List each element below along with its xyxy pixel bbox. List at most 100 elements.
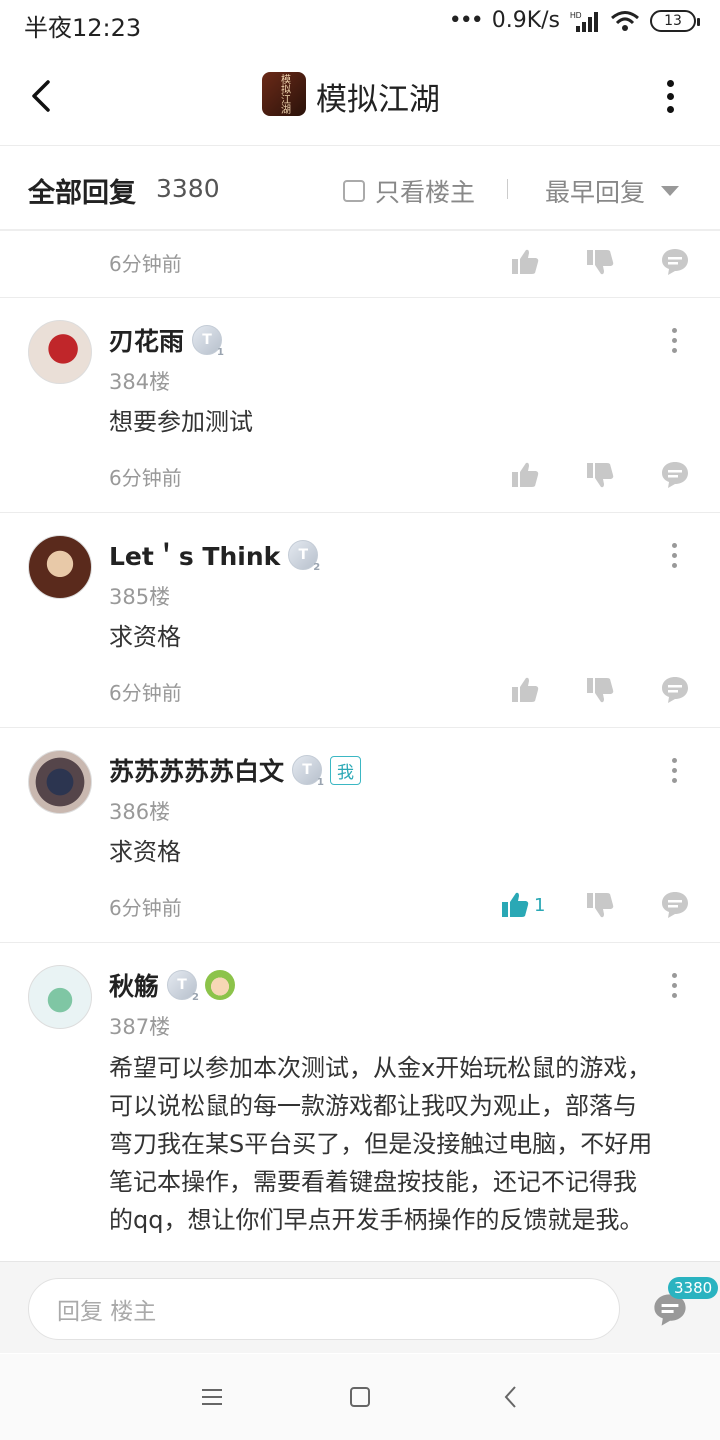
like-button[interactable] (510, 458, 544, 492)
comment-icon (662, 892, 688, 918)
reply-count: 3380 (156, 174, 220, 203)
like-button[interactable] (510, 673, 544, 707)
username[interactable]: 苏苏苏苏苏白文 (109, 752, 284, 788)
app-icon: 模拟江湖 (262, 72, 306, 116)
system-nav-bar (0, 1354, 720, 1440)
avatar[interactable] (28, 750, 92, 814)
owner-only-label: 只看楼主 (375, 178, 476, 207)
top-app-bar: 模拟江湖 模拟江湖 (0, 46, 720, 146)
hamburger-icon (202, 1389, 222, 1405)
chevron-left-icon (32, 80, 50, 112)
user-row: 刃花雨 T1 (109, 322, 224, 358)
status-time: 半夜12:23 (24, 14, 142, 42)
like-button[interactable] (510, 245, 544, 279)
list-item: 刃花雨 T1 384楼 想要参加测试 6分钟前 (0, 298, 720, 513)
content-line: 的qq，想让你们早点开发手柄操作的反馈就是我。 (109, 1206, 644, 1234)
thumbs-up-icon (512, 677, 539, 702)
recent-apps-button[interactable] (197, 1382, 227, 1412)
caret-down-icon (661, 186, 680, 196)
back-button[interactable] (22, 74, 62, 118)
level-badge-icon: T2 (288, 540, 320, 573)
user-row: 苏苏苏苏苏白文 T1 我 (109, 752, 362, 788)
content-line: 弯刀我在某S平台买了，但是没接触过电脑，不好用 (109, 1130, 653, 1158)
comment-icon (662, 462, 688, 488)
post-more-button[interactable] (662, 753, 686, 787)
list-item: Let＇s Think T2 385楼 求资格 6分钟前 (0, 513, 720, 728)
username[interactable]: 刃花雨 (109, 322, 184, 358)
floor-number: 385楼 (109, 585, 171, 609)
comment-button[interactable] (660, 458, 694, 492)
page-title: 模拟江湖 (316, 82, 440, 118)
checkbox-icon[interactable] (343, 180, 365, 202)
status-bar: 半夜12:23 ••• 0.9K/s HD 13 (0, 0, 720, 46)
chevron-left-icon (504, 1386, 516, 1408)
all-replies-label: 全部回复 (28, 178, 136, 209)
comment-button[interactable] (660, 888, 694, 922)
level-badge-icon: T2 (167, 970, 199, 1003)
comment-button[interactable] (660, 673, 694, 707)
username[interactable]: Let＇s Think (109, 537, 280, 573)
username[interactable]: 秋觞 (109, 967, 159, 1003)
content-line: 可以说松鼠的每一款游戏都让我叹为观止，部落与 (109, 1092, 637, 1120)
comment-list[interactable]: 6分钟前 刃花雨 T1 384楼 想要参加测试 6分钟前 Let＇s Think… (0, 233, 720, 1260)
dislike-button[interactable] (585, 673, 619, 707)
content-line: 笔记本操作，需要看着键盘按技能，还记不记得我 (109, 1168, 637, 1196)
system-back-button[interactable] (496, 1382, 526, 1412)
list-item: 苏苏苏苏苏白文 T1 我 386楼 求资格 6分钟前 1 (0, 728, 720, 943)
user-row: Let＇s Think T2 (109, 537, 320, 573)
more-menu-button[interactable] (652, 74, 688, 118)
post-time: 6分钟前 (109, 896, 182, 920)
avatar[interactable] (28, 320, 92, 384)
thumbs-up-icon (512, 249, 539, 274)
post-more-button[interactable] (662, 323, 686, 357)
reply-count-badge: 3380 (668, 1277, 719, 1299)
home-button[interactable] (345, 1382, 375, 1412)
battery-icon: 13 (650, 9, 700, 32)
post-content: 希望可以参加本次测试，从金x开始玩松鼠的游戏， 可以说松鼠的每一款游戏都让我叹为… (109, 1049, 689, 1239)
floor-number: 387楼 (109, 1015, 171, 1039)
avatar[interactable] (28, 535, 92, 599)
post-content: 求资格 (109, 623, 181, 651)
dislike-button[interactable] (585, 458, 619, 492)
me-tag: 我 (330, 755, 362, 785)
reply-input[interactable]: 回复 楼主 (28, 1278, 620, 1340)
square-icon (350, 1387, 370, 1407)
filter-bar: 全部回复 3380 只看楼主 最早回复 (0, 147, 720, 231)
list-item: 秋觞 T2 387楼 希望可以参加本次测试，从金x开始玩松鼠的游戏， 可以说松鼠… (0, 943, 720, 1260)
status-right: ••• 0.9K/s HD 13 (448, 8, 700, 33)
character-avatar-icon (205, 970, 236, 1000)
level-badge-icon: T1 (192, 325, 224, 358)
post-time: 6分钟前 (109, 466, 182, 490)
comment-icon (662, 249, 688, 275)
more-dots-icon: ••• (448, 8, 484, 33)
thumbs-up-icon (502, 892, 529, 917)
like-count: 1 (534, 894, 546, 916)
thumbs-down-icon (587, 893, 614, 918)
floor-number: 384楼 (109, 370, 171, 394)
post-time: 6分钟前 (109, 681, 182, 705)
thumbs-up-icon (512, 462, 539, 487)
sort-dropdown[interactable]: 最早回复 (545, 173, 680, 209)
post-more-button[interactable] (662, 538, 686, 572)
svg-text:HD: HD (570, 11, 582, 20)
comment-button[interactable] (660, 245, 694, 279)
dislike-button[interactable] (585, 888, 619, 922)
dislike-button[interactable] (585, 245, 619, 279)
sort-label: 最早回复 (545, 178, 646, 207)
thumbs-down-icon (587, 463, 614, 488)
signal-icon: HD (570, 11, 598, 32)
reply-bar: 回复 楼主 3380 (0, 1261, 720, 1353)
thumbs-down-icon (587, 678, 614, 703)
like-button[interactable]: 1 (500, 888, 550, 922)
content-line: 希望可以参加本次测试，从金x开始玩松鼠的游戏， (109, 1054, 652, 1082)
avatar[interactable] (28, 965, 92, 1029)
thumbs-down-icon (587, 250, 614, 275)
post-more-button[interactable] (662, 968, 686, 1002)
screen: 半夜12:23 ••• 0.9K/s HD 13 模拟江湖 模拟江湖 全部回复 … (0, 0, 720, 1440)
list-item: 6分钟前 (0, 233, 720, 298)
owner-only-toggle[interactable]: 只看楼主 (343, 173, 475, 209)
floor-number: 386楼 (109, 800, 171, 824)
post-time: 6分钟前 (109, 252, 182, 276)
comment-icon (662, 677, 688, 703)
network-speed: 0.9K/s (491, 8, 560, 33)
